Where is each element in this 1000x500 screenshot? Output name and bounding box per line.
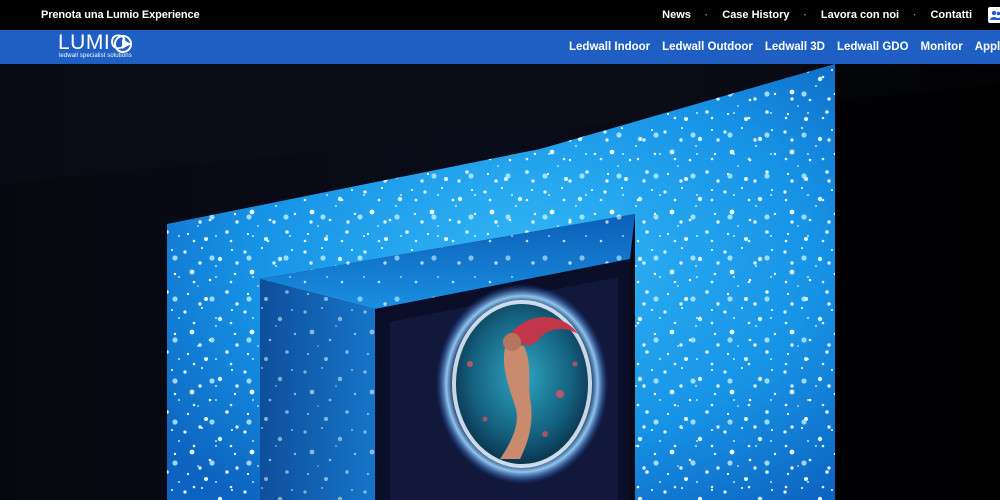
lavora-con-noi-link[interactable]: Lavora con noi <box>821 9 899 21</box>
top-utility-bar: Prenota una Lumio Experience News · Case… <box>0 0 1000 30</box>
separator-dot: · <box>913 9 917 21</box>
utility-links: News · Case History · Lavora con noi · C… <box>662 0 1000 30</box>
logo-tagline: ledwall specialist solutions <box>59 53 132 59</box>
user-group-icon[interactable] <box>988 7 1000 23</box>
case-history-link[interactable]: Case History <box>722 9 789 21</box>
ledwall-installation-photo <box>0 64 1000 500</box>
hero-image <box>0 64 1000 500</box>
main-navbar: LUMIO ledwall specialist solutions Ledwa… <box>0 30 1000 64</box>
menu-ledwall-3d[interactable]: Ledwall 3D <box>765 41 825 53</box>
contatti-link[interactable]: Contatti <box>930 9 972 21</box>
separator-dot: · <box>803 9 807 21</box>
menu-monitor[interactable]: Monitor <box>921 41 963 53</box>
menu-ledwall-outdoor[interactable]: Ledwall Outdoor <box>662 41 753 53</box>
main-menu: Ledwall Indoor Ledwall Outdoor Ledwall 3… <box>569 30 1000 64</box>
mermaid-portal-image <box>436 284 608 484</box>
lumio-logo[interactable]: LUMIO ledwall specialist solutions <box>58 31 138 62</box>
menu-applicazioni[interactable]: Applicazioni <box>975 41 1000 53</box>
separator-dot: · <box>704 9 709 21</box>
menu-ledwall-indoor[interactable]: Ledwall Indoor <box>569 41 650 53</box>
menu-ledwall-gdo[interactable]: Ledwall GDO <box>837 41 909 53</box>
book-experience-link[interactable]: Prenota una Lumio Experience <box>41 9 200 21</box>
logo-play-icon <box>122 39 131 49</box>
news-link[interactable]: News <box>662 9 691 21</box>
